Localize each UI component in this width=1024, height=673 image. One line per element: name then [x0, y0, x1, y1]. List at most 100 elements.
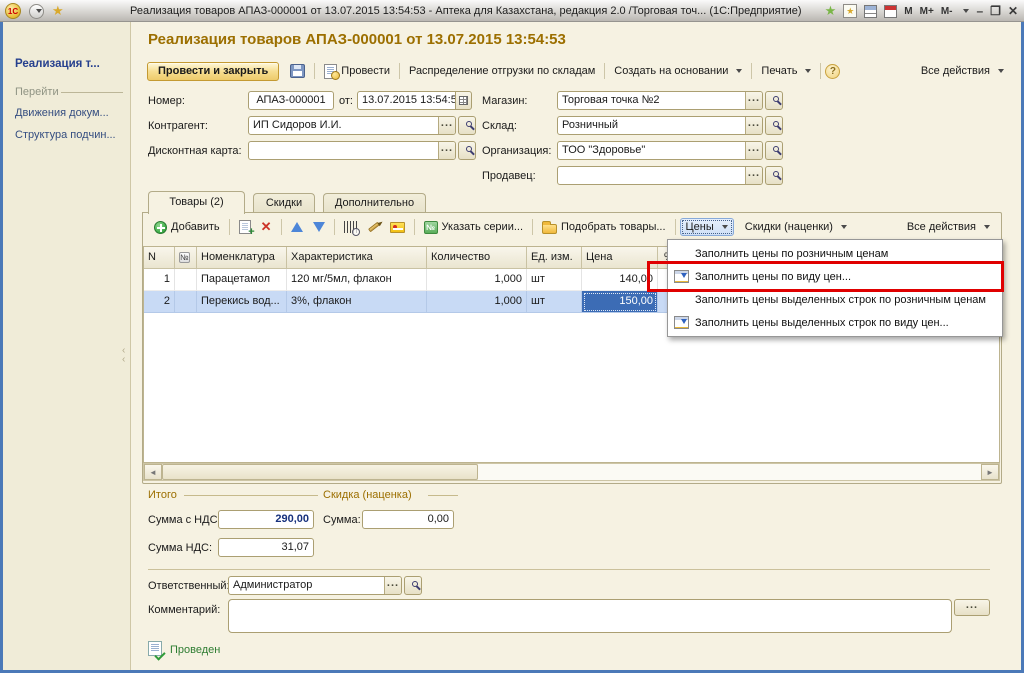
sidebar-link-movements[interactable]: Движения докум...: [15, 107, 109, 119]
memory-mplus-button[interactable]: M+: [920, 6, 934, 17]
calendar-icon[interactable]: [884, 5, 897, 18]
organization-select-button[interactable]: ...: [745, 142, 762, 159]
scroll-left-button[interactable]: ◄: [144, 464, 162, 480]
barcode-button[interactable]: [339, 219, 363, 235]
copy-row-button[interactable]: [234, 218, 256, 236]
col-header-characteristic[interactable]: Характеристика: [287, 247, 427, 269]
seller-field[interactable]: ...: [557, 166, 763, 185]
scanner-button[interactable]: [363, 223, 385, 231]
organization-open-button[interactable]: [765, 141, 783, 160]
scroll-right-button[interactable]: ►: [981, 464, 999, 480]
cell-quantity[interactable]: 1,000: [427, 269, 527, 291]
cell-n[interactable]: 2: [144, 291, 175, 313]
post-and-close-button[interactable]: Провести и закрыть: [147, 62, 279, 81]
cell-nomenclature[interactable]: Перекись вод...: [197, 291, 287, 313]
save-button[interactable]: [285, 62, 310, 80]
col-header-n[interactable]: N: [144, 247, 175, 269]
col-header-series[interactable]: №: [175, 247, 197, 269]
sum-with-vat-field[interactable]: 290,00: [218, 510, 314, 529]
comment-expand-button[interactable]: ...: [954, 599, 990, 616]
warehouse-open-button[interactable]: [765, 116, 783, 135]
nav-menu-icon[interactable]: [29, 4, 44, 19]
comment-field[interactable]: [228, 599, 952, 633]
cell-quantity[interactable]: 1,000: [427, 291, 527, 313]
cell-series[interactable]: [175, 269, 197, 291]
minimize-button[interactable]: –: [976, 0, 983, 22]
col-header-nomenclature[interactable]: Номенклатура: [197, 247, 287, 269]
scrollbar-track[interactable]: [478, 464, 981, 480]
cell-characteristic[interactable]: 3%, флакон: [287, 291, 427, 313]
sum-vat-field[interactable]: 31,07: [218, 538, 314, 557]
titlebar-more-icon[interactable]: [963, 9, 969, 13]
scrollbar-thumb[interactable]: [162, 464, 478, 480]
responsible-open-button[interactable]: [404, 576, 422, 595]
date-field[interactable]: 13.07.2015 13:54:53: [357, 91, 456, 110]
responsible-field[interactable]: Администратор ...: [228, 576, 402, 595]
prices-menu-button[interactable]: Цены: [680, 218, 734, 236]
1c-logo-icon[interactable]: 1С: [5, 3, 21, 19]
delete-row-button[interactable]: ✕: [256, 218, 277, 236]
cell-series[interactable]: [175, 291, 197, 313]
discount-card-field[interactable]: ...: [248, 141, 456, 160]
move-up-button[interactable]: [286, 220, 308, 234]
add-row-button[interactable]: Добавить: [149, 219, 225, 236]
discount-card-value: [249, 142, 438, 159]
discount-card-select-button[interactable]: ...: [438, 142, 455, 159]
sidebar-link-structure[interactable]: Структура подчин...: [15, 129, 116, 141]
create-on-basis-button[interactable]: Создать на основании: [609, 63, 747, 79]
col-header-quantity[interactable]: Количество: [427, 247, 527, 269]
counterparty-field[interactable]: ИП Сидоров И.И. ...: [248, 116, 456, 135]
calculator-icon[interactable]: [864, 5, 877, 18]
close-button[interactable]: ✕: [1008, 0, 1018, 22]
pick-items-button[interactable]: Подобрать товары...: [537, 219, 671, 236]
counterparty-select-button[interactable]: ...: [438, 117, 455, 134]
store-select-button[interactable]: ...: [745, 92, 762, 109]
cell-n[interactable]: 1: [144, 269, 175, 291]
seller-open-button[interactable]: [765, 166, 783, 185]
counterparty-open-button[interactable]: [458, 116, 476, 135]
distribution-button[interactable]: Распределение отгрузки по складам: [404, 63, 600, 79]
move-down-button[interactable]: [308, 220, 330, 234]
toolbar-separator: [399, 63, 400, 79]
cell-characteristic[interactable]: 120 мг/5мл, флакон: [287, 269, 427, 291]
card-reader-button[interactable]: [385, 220, 410, 235]
totals-group-line: [184, 495, 318, 496]
cell-price-selected[interactable]: 150,00: [582, 291, 658, 313]
warehouse-select-button[interactable]: ...: [745, 117, 762, 134]
menu-item-fill-selected-by-price-kind[interactable]: Заполнить цены выделенных строк по виду …: [668, 311, 1002, 334]
store-open-button[interactable]: [765, 91, 783, 110]
favorites-star-icon[interactable]: ★: [52, 3, 64, 19]
discounts-menu-button[interactable]: Скидки (наценки): [740, 219, 852, 235]
all-actions-button[interactable]: Все действия: [916, 63, 1009, 79]
sidebar-splitter[interactable]: ‹‹: [122, 346, 125, 364]
tab-discounts[interactable]: Скидки: [253, 193, 315, 213]
post-button[interactable]: Провести: [319, 62, 395, 81]
service-star-icon[interactable]: ★: [825, 3, 837, 19]
discount-card-open-button[interactable]: [458, 141, 476, 160]
tab-goods[interactable]: Товары (2): [148, 191, 245, 214]
warehouse-field[interactable]: Розничный ...: [557, 116, 763, 135]
sum-with-vat-label: Сумма с НДС:: [148, 511, 221, 530]
organization-value: ТОО "Здоровье": [558, 142, 745, 159]
memory-m-button[interactable]: M: [904, 6, 912, 17]
tab-additional[interactable]: Дополнительно: [323, 193, 426, 213]
organization-field[interactable]: ТОО "Здоровье" ...: [557, 141, 763, 160]
items-all-actions-button[interactable]: Все действия: [902, 219, 995, 235]
memory-mminus-button[interactable]: M-: [941, 6, 953, 17]
cell-unit[interactable]: шт: [527, 269, 582, 291]
seller-select-button[interactable]: ...: [745, 167, 762, 184]
col-header-unit[interactable]: Ед. изм.: [527, 247, 582, 269]
help-button[interactable]: ?: [825, 64, 840, 79]
print-button[interactable]: Печать: [756, 63, 816, 79]
responsible-select-button[interactable]: ...: [384, 577, 401, 594]
maximize-button[interactable]: ❐: [990, 0, 1001, 22]
store-field[interactable]: Торговая точка №2 ...: [557, 91, 763, 110]
date-calendar-button[interactable]: [455, 91, 472, 110]
horizontal-scrollbar[interactable]: ◄ ►: [143, 463, 1000, 481]
specify-series-button[interactable]: №Указать серии...: [419, 219, 528, 236]
number-field[interactable]: АПАЗ-000001: [248, 91, 334, 110]
discount-sum-field[interactable]: 0,00: [362, 510, 454, 529]
cell-nomenclature[interactable]: Парацетамол: [197, 269, 287, 291]
favorites-box-icon[interactable]: ★: [843, 4, 857, 18]
cell-unit[interactable]: шт: [527, 291, 582, 313]
